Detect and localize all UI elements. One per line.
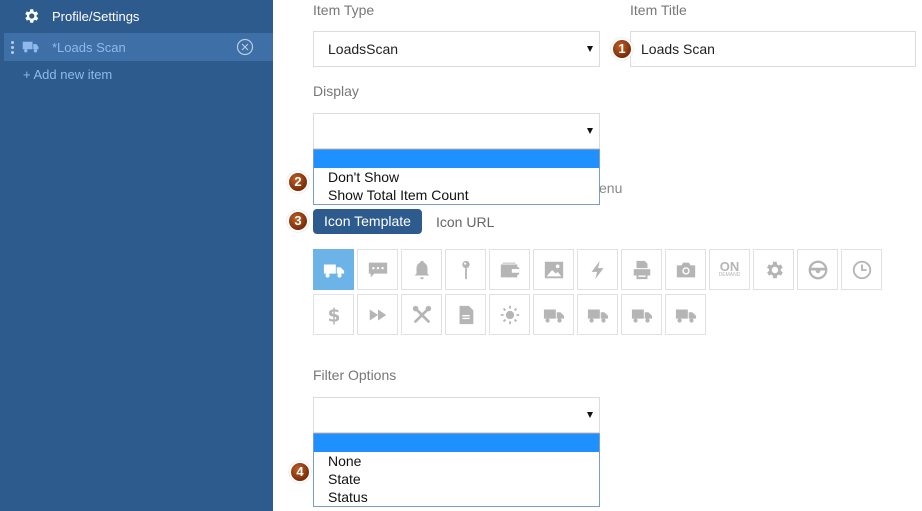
- item-title-value: Loads Scan: [641, 41, 715, 57]
- item-title-input[interactable]: Loads Scan: [630, 31, 916, 67]
- truck-icon: [631, 309, 652, 323]
- truck-icon: [543, 309, 564, 323]
- display-label: Display: [313, 83, 359, 99]
- dropdown-option-blank[interactable]: [314, 150, 599, 168]
- icon-option-clock[interactable]: [841, 249, 882, 290]
- dropdown-option-show-total-item-count[interactable]: Show Total Item Count: [314, 186, 599, 204]
- icon-option-printer[interactable]: [621, 249, 662, 290]
- icon-option-tools[interactable]: [401, 294, 442, 335]
- tools-icon: [412, 305, 431, 323]
- icon-option-document[interactable]: [445, 294, 486, 335]
- filter-options-label: Filter Options: [313, 367, 397, 383]
- step-badge-1: 1: [611, 38, 633, 60]
- item-type-select[interactable]: LoadsScan: [313, 31, 600, 67]
- step-badge-4: 4: [289, 461, 311, 483]
- menu-label-fragment: enu: [599, 180, 623, 196]
- gear-icon: [766, 261, 783, 278]
- sidebar: Profile/Settings *Loads Scan + Add new i…: [0, 0, 273, 511]
- pin-icon: [461, 260, 470, 279]
- printer-icon: [633, 260, 650, 279]
- sun-icon: [500, 305, 519, 324]
- icon-option-truck-3[interactable]: [577, 294, 618, 335]
- filter-options-dropdown-list: None State Status: [313, 433, 600, 507]
- steering-wheel-icon: [808, 260, 827, 279]
- icon-option-sun[interactable]: [489, 294, 530, 335]
- gear-icon: [25, 9, 39, 23]
- chevron-down-icon: [587, 412, 593, 418]
- icon-option-bell[interactable]: [401, 249, 442, 290]
- item-title-label: Item Title: [630, 2, 687, 18]
- icon-option-gear[interactable]: [753, 249, 794, 290]
- icon-option-steering-wheel[interactable]: [797, 249, 838, 290]
- camera-icon: [676, 262, 695, 277]
- image-icon: [544, 261, 563, 278]
- fast-forward-icon: [369, 309, 386, 320]
- chat-icon: [368, 262, 387, 277]
- clock-icon: [852, 260, 871, 279]
- icon-option-camera[interactable]: [665, 249, 706, 290]
- icon-option-fast-forward[interactable]: [357, 294, 398, 335]
- truck-icon: [323, 264, 344, 278]
- bell-icon: [414, 260, 429, 279]
- wallet-icon: [500, 262, 519, 277]
- sidebar-item-label: Profile/Settings: [52, 8, 140, 24]
- item-type-label: Item Type: [313, 2, 375, 18]
- dollar-icon: $: [327, 305, 340, 326]
- icon-option-pin[interactable]: [445, 249, 486, 290]
- step-badge-2: 2: [287, 171, 309, 193]
- icon-option-truck-2[interactable]: [533, 294, 574, 335]
- filter-options-select[interactable]: [313, 397, 600, 433]
- icon-template-grid: ON DEMAND $: [313, 249, 893, 335]
- sidebar-item-loads-scan[interactable]: *Loads Scan: [4, 33, 273, 61]
- icon-option-truck-5[interactable]: [665, 294, 706, 335]
- dropdown-option-none[interactable]: None: [314, 452, 599, 470]
- dropdown-option-dont-show[interactable]: Don't Show: [314, 168, 599, 186]
- icon-option-on-demand[interactable]: ON DEMAND: [709, 249, 750, 290]
- sidebar-item-label: *Loads Scan: [52, 39, 126, 55]
- chevron-down-icon: [587, 46, 593, 52]
- truck-icon: [587, 309, 608, 323]
- tab-icon-template[interactable]: Icon Template: [313, 209, 422, 234]
- step-badge-3: 3: [287, 210, 309, 232]
- drag-handle-icon[interactable]: [11, 40, 15, 54]
- icon-option-image[interactable]: [533, 249, 574, 290]
- icon-option-truck-4[interactable]: [621, 294, 662, 335]
- dropdown-option-state[interactable]: State: [314, 470, 599, 488]
- display-select[interactable]: [313, 113, 600, 149]
- icon-option-wallet[interactable]: [489, 249, 530, 290]
- icon-option-dollar[interactable]: $: [313, 294, 354, 335]
- dropdown-option-status[interactable]: Status: [314, 488, 599, 506]
- dropdown-option-blank[interactable]: [314, 434, 599, 452]
- icon-option-truck[interactable]: [313, 249, 354, 290]
- icon-option-lightning[interactable]: [577, 249, 618, 290]
- document-icon: [459, 305, 473, 324]
- truck-icon: [22, 41, 39, 53]
- truck-icon: [675, 309, 696, 323]
- display-dropdown-list: Don't Show Show Total Item Count: [313, 149, 600, 205]
- sidebar-item-profile-settings[interactable]: Profile/Settings: [22, 6, 139, 26]
- chevron-down-icon: [587, 128, 593, 134]
- lightning-icon: [591, 260, 603, 279]
- close-icon[interactable]: [236, 38, 254, 56]
- on-demand-subtext: DEMAND: [718, 272, 741, 278]
- on-demand-icon: ON DEMAND: [718, 260, 741, 278]
- svg-text:$: $: [327, 305, 340, 326]
- icon-option-chat[interactable]: [357, 249, 398, 290]
- tab-icon-url[interactable]: Icon URL: [436, 214, 494, 230]
- item-type-value: LoadsScan: [328, 41, 399, 57]
- add-new-item-link[interactable]: + Add new item: [23, 67, 112, 82]
